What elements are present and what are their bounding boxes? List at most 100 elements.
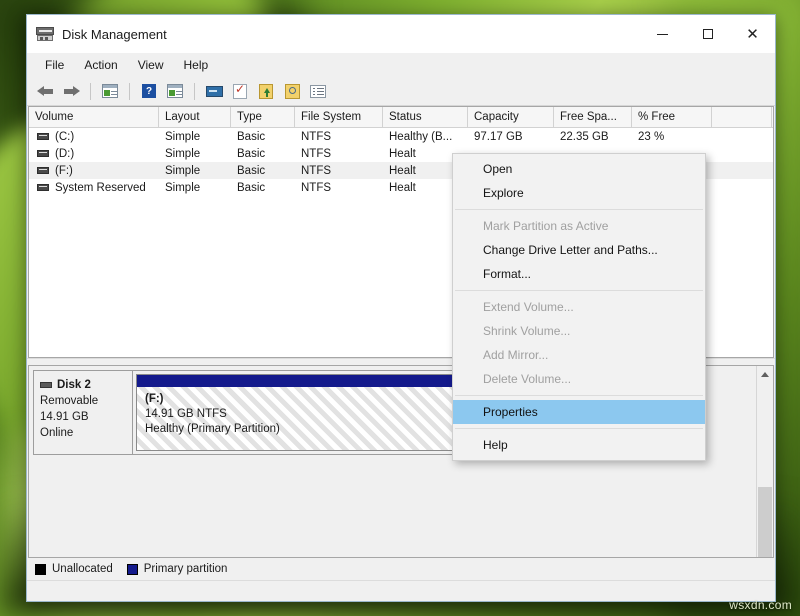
cell-volume: (C:) [29, 131, 159, 143]
vertical-scrollbar[interactable] [756, 366, 773, 557]
legend-swatch [127, 564, 138, 575]
disk-name: Disk 2 [57, 377, 91, 393]
list-view-icon[interactable] [306, 79, 330, 103]
toolbar-separator [90, 83, 91, 100]
column-header-free-spa[interactable]: Free Spa... [554, 107, 632, 127]
context-menu-item-explore[interactable]: Explore [453, 181, 705, 205]
cell-type: Basic [231, 148, 295, 160]
volume-label: (F:) [55, 165, 73, 177]
context-menu-item-shrink-volume: Shrink Volume... [453, 319, 705, 343]
cell-filesystem: NTFS [295, 182, 383, 194]
volume-icon [37, 150, 49, 157]
disk-icon[interactable] [202, 79, 226, 103]
disk-info-block[interactable]: Disk 2 Removable 14.91 GB Online [33, 370, 133, 455]
toolbar: ? [27, 77, 775, 106]
column-header-layout[interactable]: Layout [159, 107, 231, 127]
maximize-button[interactable] [685, 15, 730, 53]
disk-type: Removable [40, 393, 127, 409]
close-button[interactable]: ✕ [730, 15, 775, 53]
legend-label: Primary partition [144, 563, 228, 575]
watermark: wsxdn.com [729, 598, 792, 612]
cell-filesystem: NTFS [295, 165, 383, 177]
column-header-volume[interactable]: Volume [29, 107, 159, 127]
menu-action[interactable]: Action [74, 55, 127, 75]
forward-arrow-icon[interactable] [59, 79, 83, 103]
cell-percent_free: 23 % [632, 131, 712, 143]
disk-capacity: 14.91 GB [40, 409, 127, 425]
volume-icon [37, 167, 49, 174]
properties-window-icon[interactable] [163, 79, 187, 103]
context-menu-item-mark-partition-as-active: Mark Partition as Active [453, 214, 705, 238]
legend-label: Unallocated [52, 563, 113, 575]
legend-item: Unallocated [35, 563, 113, 575]
menu-separator [455, 395, 703, 396]
cell-free_space: 22.35 GB [554, 131, 632, 143]
volume-label: System Reserved [55, 182, 146, 194]
volume-label: (C:) [55, 131, 74, 143]
cell-layout: Simple [159, 182, 231, 194]
disk-management-icon [36, 26, 54, 42]
volume-icon [37, 133, 49, 140]
partition-label: (F:) [145, 393, 164, 405]
cell-type: Basic [231, 165, 295, 177]
menu-separator [455, 209, 703, 210]
column-header-blank[interactable] [712, 107, 772, 127]
context-menu-item-extend-volume: Extend Volume... [453, 295, 705, 319]
cell-volume: System Reserved [29, 182, 159, 194]
column-header-file-system[interactable]: File System [295, 107, 383, 127]
search-icon[interactable] [280, 79, 304, 103]
show-hide-console-tree-icon[interactable] [98, 79, 122, 103]
rescan-disks-icon[interactable] [228, 79, 252, 103]
disk-status: Online [40, 425, 127, 441]
column-header-capacity[interactable]: Capacity [468, 107, 554, 127]
cell-volume: (F:) [29, 165, 159, 177]
minimize-button[interactable] [640, 15, 685, 53]
column-header-free[interactable]: % Free [632, 107, 712, 127]
window-title: Disk Management [62, 27, 167, 42]
volume-table-header: VolumeLayoutTypeFile SystemStatusCapacit… [29, 107, 773, 128]
cell-type: Basic [231, 182, 295, 194]
cell-filesystem: NTFS [295, 131, 383, 143]
menu-separator [455, 290, 703, 291]
context-menu-item-help[interactable]: Help [453, 433, 705, 457]
scrollbar-track[interactable] [757, 382, 773, 541]
context-menu-item-format[interactable]: Format... [453, 262, 705, 286]
scroll-up-button[interactable] [757, 366, 773, 382]
cell-layout: Simple [159, 165, 231, 177]
back-arrow-icon[interactable] [33, 79, 57, 103]
context-menu-item-change-drive-letter-and-paths[interactable]: Change Drive Letter and Paths... [453, 238, 705, 262]
disk-icon [40, 382, 52, 388]
title-bar: Disk Management ✕ [27, 15, 775, 53]
column-header-type[interactable]: Type [231, 107, 295, 127]
menu-separator [455, 428, 703, 429]
status-bar [27, 580, 775, 601]
cell-status: Healthy (B... [383, 131, 468, 143]
disk-management-window: Disk Management ✕ File Action View Help … [26, 14, 776, 602]
menu-file[interactable]: File [35, 55, 74, 75]
cell-layout: Simple [159, 148, 231, 160]
window-controls: ✕ [640, 15, 775, 53]
context-menu-item-properties[interactable]: Properties [453, 400, 705, 424]
disk-title: Disk 2 [40, 377, 127, 393]
cell-type: Basic [231, 131, 295, 143]
context-menu-item-delete-volume: Delete Volume... [453, 367, 705, 391]
toolbar-separator [194, 83, 195, 100]
context-menu: OpenExplore Mark Partition as ActiveChang… [452, 153, 706, 461]
scrollbar-thumb[interactable] [758, 487, 772, 557]
column-header-status[interactable]: Status [383, 107, 468, 127]
cell-volume: (D:) [29, 148, 159, 160]
context-menu-item-add-mirror: Add Mirror... [453, 343, 705, 367]
menu-view[interactable]: View [128, 55, 174, 75]
volume-icon [37, 184, 49, 191]
export-list-icon[interactable] [254, 79, 278, 103]
legend: Unallocated Primary partition [27, 558, 775, 580]
cell-layout: Simple [159, 131, 231, 143]
legend-swatch [35, 564, 46, 575]
context-menu-item-open[interactable]: Open [453, 157, 705, 181]
help-icon[interactable]: ? [137, 79, 161, 103]
toolbar-separator [129, 83, 130, 100]
menu-help[interactable]: Help [174, 55, 219, 75]
cell-capacity: 97.17 GB [468, 131, 554, 143]
table-row[interactable]: (C:) SimpleBasicNTFSHealthy (B...97.17 GB… [29, 128, 773, 145]
cell-filesystem: NTFS [295, 148, 383, 160]
